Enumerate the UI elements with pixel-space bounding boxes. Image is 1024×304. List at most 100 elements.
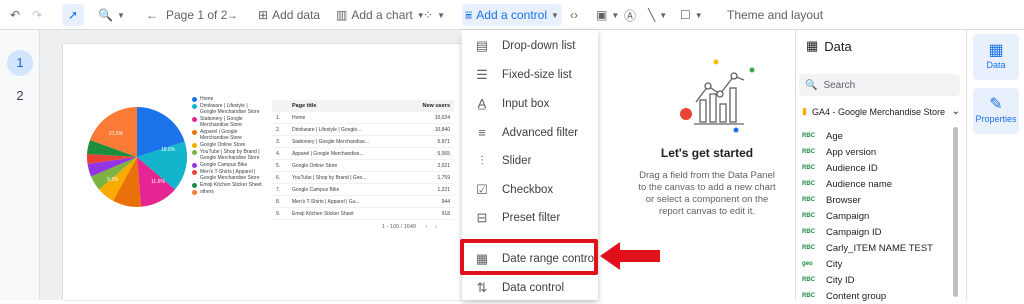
- legend-item: Google Campus Bike: [192, 162, 264, 168]
- field-item[interactable]: RBC Campaign: [802, 208, 952, 224]
- input-box-icon: A̲: [477, 96, 487, 111]
- data-source-name: GA4 - Google Merchandise Store: [811, 106, 946, 117]
- menu-item-slider[interactable]: ⫶ Slider: [462, 146, 598, 175]
- field-item[interactable]: RBC Browser: [802, 192, 952, 208]
- menu-item-label: Fixed-size list: [502, 68, 572, 81]
- menu-item-label: Checkbox: [502, 183, 554, 196]
- field-item[interactable]: RBC Audience name: [802, 176, 952, 192]
- menu-item-label: Data control: [502, 281, 565, 294]
- data-panel-title: Data: [824, 38, 852, 54]
- redo-icon[interactable]: ↷: [32, 4, 42, 26]
- legend-item: Drinkware | Lifestyle | Google Merchandi…: [192, 103, 264, 115]
- data-table[interactable]: Page title New users 1. Home 10,024 2. Drink…: [272, 100, 454, 220]
- menu-item-label: Input box: [502, 97, 550, 110]
- field-item[interactable]: geo City: [802, 256, 952, 272]
- col-header-page-title[interactable]: Page title: [292, 103, 410, 109]
- previous-page-icon[interactable]: ←: [146, 4, 158, 26]
- legend-item: others: [192, 189, 264, 195]
- legend-item: Home: [192, 96, 264, 102]
- data-tab[interactable]: ▦ Data: [973, 34, 1019, 80]
- pie-legend: Home Drinkware | Lifestyle | Google Merc…: [192, 96, 264, 196]
- image-button[interactable]: ▣ ▼: [596, 4, 619, 26]
- dropdown-list-icon: ▤: [475, 37, 489, 53]
- red-arrow-icon: [600, 242, 660, 270]
- field-item[interactable]: RBC City ID: [802, 272, 952, 288]
- filter-icon: ⩸: [465, 7, 473, 22]
- page-thumb-1[interactable]: 1: [7, 50, 33, 76]
- menu-item-dropdown-list[interactable]: ▤ Drop-down list: [462, 31, 598, 60]
- data-source-selector[interactable]: ▮ GA4 - Google Merchandise Store ⌄: [802, 106, 960, 117]
- undo-icon[interactable]: ↶: [10, 4, 20, 26]
- field-item[interactable]: RBC App version: [802, 144, 952, 160]
- image-icon: ▣: [596, 8, 608, 22]
- menu-item-fixed-size-list[interactable]: ☰ Fixed-size list: [462, 60, 598, 89]
- table-row: 8. Men's T-Shirts | Apparel | Gu... 944: [272, 196, 454, 208]
- menu-item-checkbox[interactable]: ☑ Checkbox: [462, 175, 598, 204]
- theme-layout-button[interactable]: Theme and layout: [727, 4, 823, 26]
- next-page-icon[interactable]: ›: [435, 224, 437, 230]
- toolbar: ↶ ↷ ➚ 🔍 ▼ ← Page 1 of 2 → ⊞ Add data ▥ Add …: [0, 0, 1024, 30]
- right-rail: ▦ Data ✎ Properties: [966, 30, 1024, 300]
- add-control-label: Add a control: [476, 8, 548, 22]
- chart-icon: ▥: [336, 8, 348, 22]
- table-row: 1. Home 10,024: [272, 112, 454, 124]
- zoom-button[interactable]: 🔍 ▼: [98, 4, 125, 26]
- menu-item-preset-filter[interactable]: ⊟ Preset filter: [462, 203, 598, 232]
- zoom-icon: 🔍: [98, 8, 113, 22]
- shape-button[interactable]: ☐ ▼: [680, 4, 703, 26]
- table-header: Page title New users: [272, 100, 454, 112]
- pie-chart[interactable]: 21.6% 18.6% 11.6% 9.3%: [81, 104, 193, 210]
- community-viz-button[interactable]: ⁘ ▼: [423, 4, 445, 26]
- field-item[interactable]: RBC Campaign ID: [802, 224, 952, 240]
- add-chart-label: Add a chart: [351, 8, 413, 22]
- field-item[interactable]: RBC Audience ID: [802, 160, 952, 176]
- properties-tab-label: Properties: [975, 114, 1017, 124]
- menu-item-label: Drop-down list: [502, 39, 576, 52]
- advanced-filter-icon: ≡: [478, 125, 486, 140]
- add-chart-button[interactable]: ▥ Add a chart ▼: [336, 4, 425, 26]
- chart-illustration: [680, 59, 755, 133]
- table-row: 4. Apparel | Google Merchandise... 5,065: [272, 148, 454, 160]
- expand-icon[interactable]: ⌄: [952, 106, 960, 117]
- ga-icon: ▮: [802, 106, 807, 116]
- table-icon: ▦: [806, 38, 819, 53]
- menu-item-data-control[interactable]: ⇅ Data control: [462, 273, 598, 302]
- field-item[interactable]: RBC Age: [802, 128, 952, 144]
- field-list-scrollbar[interactable]: [953, 127, 958, 297]
- menu-item-label: Advanced filter: [502, 126, 579, 139]
- code-icon[interactable]: ‹›: [570, 4, 578, 26]
- add-data-icon: ⊞: [258, 8, 269, 22]
- legend-item: Men's T-Shirts | Apparel | Google Mercha…: [192, 169, 264, 181]
- text-box-icon[interactable]: Ⓐ: [624, 4, 636, 26]
- col-header-new-users[interactable]: New users: [410, 103, 454, 109]
- legend-item: Google Online Store: [192, 142, 264, 148]
- pie-label-4: 9.3%: [107, 177, 119, 183]
- shapes-icon: ⁘: [423, 8, 434, 22]
- line-button[interactable]: ╲ ▼: [648, 4, 667, 26]
- properties-tab[interactable]: ✎ Properties: [973, 88, 1019, 134]
- prev-page-icon[interactable]: ‹: [425, 224, 427, 230]
- add-data-button[interactable]: ⊞ Add data: [258, 4, 320, 26]
- table-row: 6. YouTube | Shop by Brand | Goo... 1,759: [272, 172, 454, 184]
- add-control-button[interactable]: ⩸ Add a control ▼: [462, 4, 562, 26]
- select-pointer-icon[interactable]: ➚: [62, 4, 84, 26]
- search-placeholder: Search: [823, 79, 856, 91]
- add-data-label: Add data: [272, 8, 321, 22]
- pencil-icon: ✎: [989, 96, 1003, 113]
- field-item[interactable]: RBC Content group: [802, 288, 952, 304]
- field-search-input[interactable]: 🔍 Search: [799, 74, 960, 96]
- get-started-title: Let's get started: [660, 146, 754, 160]
- menu-item-advanced-filter[interactable]: ≡ Advanced filter: [462, 118, 598, 147]
- next-page-icon[interactable]: →: [226, 4, 238, 26]
- pie-label-2: 18.6%: [161, 147, 176, 153]
- pagination-label: 1 - 100 / 1649: [382, 224, 416, 230]
- page-rail: 1 2: [0, 30, 40, 300]
- page-thumb-2[interactable]: 2: [7, 83, 33, 109]
- data-tab-label: Data: [986, 60, 1006, 70]
- table-icon: ▦: [988, 42, 1004, 59]
- list-icon: ☰: [476, 66, 488, 82]
- field-item[interactable]: RBC Carly_ITEM NAME TEST: [802, 240, 952, 256]
- data-control-icon: ⇅: [476, 279, 488, 295]
- menu-item-label: Preset filter: [502, 211, 561, 224]
- menu-item-input-box[interactable]: A̲ Input box: [462, 89, 598, 118]
